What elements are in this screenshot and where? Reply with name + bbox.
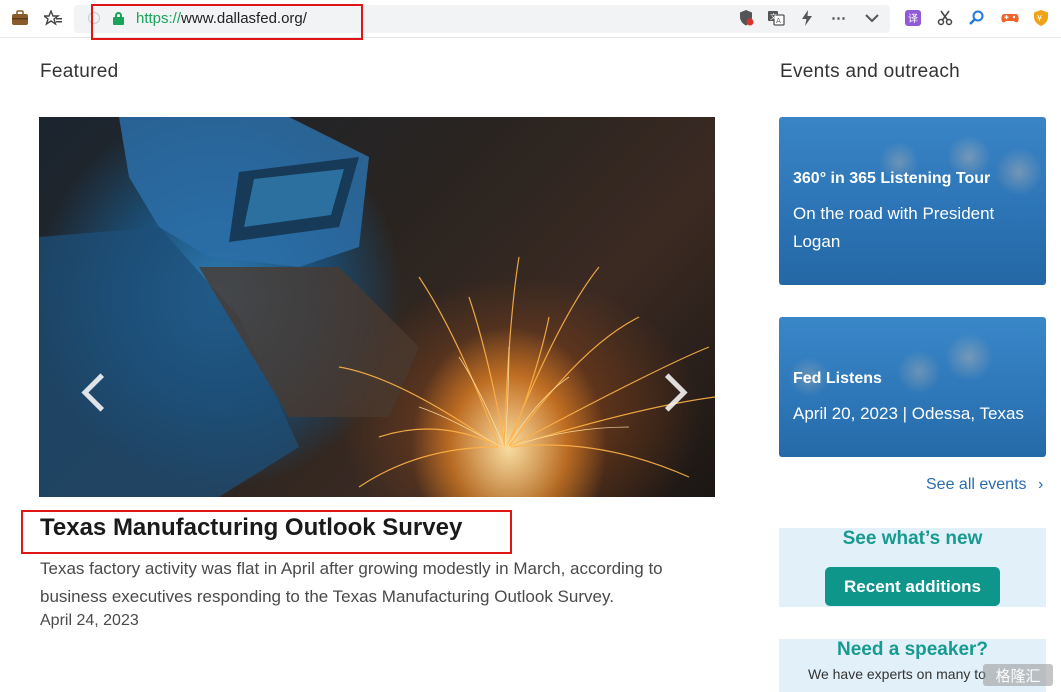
scissors-icon[interactable] [935,8,955,28]
chevron-down-icon[interactable] [862,8,882,28]
search-icon[interactable] [967,8,987,28]
game-controller-icon[interactable] [1000,8,1020,28]
favorites-icon[interactable] [43,8,63,28]
browser-toolbar: https://www.dallasfed.org/ 文A ⋯ 译 ¥ [0,0,1061,40]
svg-text:¥: ¥ [1037,14,1042,23]
translate-ext-icon[interactable]: 译 [903,8,923,28]
speaker-heading[interactable]: Need a speaker? [779,639,1046,661]
see-all-events-link[interactable]: See all events [926,476,1027,494]
event-card-subtitle: April 20, 2023 | Odessa, Texas [793,404,1024,423]
carousel-prev-button[interactable] [79,369,109,419]
event-card-title: Fed Listens [793,370,882,387]
recent-additions-button[interactable]: Recent additions [825,567,1000,606]
briefcase-icon[interactable] [10,8,30,28]
events-heading: Events and outreach [780,61,960,82]
svg-text:A: A [776,17,781,25]
whats-new-box: See what’s new Recent additions [779,528,1046,607]
article-summary: Texas factory activity was flat in April… [40,559,663,606]
event-card-subtitle: On the road with President Logan [793,204,995,251]
url-highlight-box [91,4,363,40]
more-icon[interactable]: ⋯ [829,8,849,28]
whats-new-heading: See what’s new [842,528,983,549]
carousel-next-button[interactable] [655,369,685,419]
hero-carousel-image[interactable] [39,117,715,497]
translate-icon[interactable]: 文A [766,8,786,28]
watermark: 格隆汇 [983,664,1053,686]
svg-text:译: 译 [908,13,918,25]
speaker-text: We have experts on many to [808,666,986,682]
event-card-fed-listens[interactable]: Fed Listens April 20, 2023 | Odessa, Tex… [779,317,1046,457]
chevron-right-icon[interactable]: › [1038,476,1043,494]
event-card-title: 360° in 365 Listening Tour [793,170,991,187]
article-date: April 24, 2023 [40,612,139,629]
shield-ext-icon[interactable]: ¥ [1031,8,1051,28]
shield-icon[interactable] [736,8,756,28]
event-card-listening-tour[interactable]: 360° in 365 Listening Tour On the road w… [779,117,1046,285]
welding-photo [39,117,715,497]
featured-heading: Featured [40,61,119,82]
title-highlight-box [21,510,512,554]
lightning-icon[interactable] [797,8,817,28]
